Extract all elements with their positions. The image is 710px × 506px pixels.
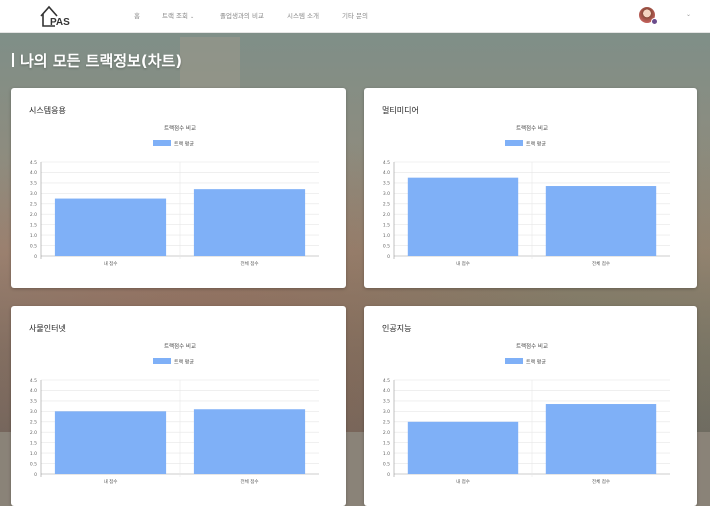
nav-other-inquiry[interactable]: 기타 문의	[342, 0, 368, 32]
user-dropdown-chevron-icon[interactable]: ⌄	[686, 0, 691, 30]
y-tick-label: 3.5	[383, 399, 390, 405]
y-tick-label: 2.5	[383, 202, 390, 208]
track-card-iot: 사물인터넷 트랙점수 비교 트랙 평균 4.5 4.0 3.5 3.0 2.5 2.0 1.5 1…	[11, 306, 346, 506]
track-card-ai: 인공지능 트랙점수 비교 트랙 평균 4.5 4.0 3.5 3.0 2.5 2.0 1.5 1.…	[364, 306, 697, 506]
y-tick-label: 2.5	[383, 420, 390, 426]
bar	[407, 421, 519, 474]
track-card-system-application: 시스템응용 트랙점수 비교 트랙 평균 4.5 4.0 3.5 3.0 2.5 2.0 1.5 1…	[11, 88, 346, 288]
bar	[54, 411, 167, 474]
y-tick-label: 4.5	[30, 160, 37, 166]
y-tick-label: 0	[34, 254, 37, 260]
y-tick-label: 3.0	[30, 191, 37, 197]
x-tick-label: 전체 점수	[241, 478, 259, 485]
legend-label: 트랙 평균	[174, 141, 194, 148]
y-tick-label: 0	[34, 472, 37, 478]
chart-title: 트랙점수 비교	[516, 342, 548, 350]
nav-track-lookup[interactable]: 트랙 조회 ⌄	[162, 0, 194, 32]
y-tick-label: 1.5	[383, 440, 390, 446]
bar	[193, 409, 306, 474]
y-tick-label: 3.0	[383, 191, 390, 197]
logo[interactable]: PAS	[38, 3, 74, 29]
y-tick-label: 4.5	[383, 378, 390, 384]
x-tick-label: 전체 점수	[241, 260, 259, 267]
y-tick-label: 4.0	[30, 170, 37, 176]
legend-label: 트랙 평균	[174, 359, 194, 366]
y-tick-label: 3.0	[30, 409, 37, 415]
x-tick-label: 내 점수	[456, 260, 470, 267]
y-tick-label: 1.0	[30, 451, 37, 457]
logo-text: PAS	[50, 17, 70, 28]
y-tick-label: 3.0	[383, 409, 390, 415]
legend-label: 트랙 평균	[526, 141, 546, 148]
y-tick-label: 1.5	[383, 222, 390, 228]
y-tick-label: 4.5	[383, 160, 390, 166]
x-tick-label: 내 점수	[104, 260, 118, 267]
y-tick-label: 4.5	[30, 378, 37, 384]
chart-title: 트랙점수 비교	[164, 342, 196, 350]
y-tick-label: 2.5	[30, 420, 37, 426]
y-tick-label: 4.0	[383, 388, 390, 394]
x-tick-label: 전체 점수	[592, 260, 610, 267]
bar-chart: 트랙점수 비교트랙 평균 4.5 4.0 3.5 3.0 2.5 2.0 1.5 1.0 0.5 0…	[30, 342, 319, 485]
y-tick-label: 0.5	[383, 461, 390, 467]
bar	[193, 189, 306, 256]
y-tick-label: 0.5	[30, 461, 37, 467]
y-tick-label: 1.5	[30, 222, 37, 228]
y-tick-label: 1.0	[383, 233, 390, 239]
logo-mark-icon: PAS	[40, 5, 70, 28]
bar	[545, 186, 657, 256]
bar-chart: 트랙점수 비교트랙 평균 4.5 4.0 3.5 3.0 2.5 2.0 1.5 1.0 0.5 0…	[30, 124, 319, 267]
x-tick-label: 전체 점수	[592, 478, 610, 485]
bar-chart: 트랙점수 비교트랙 평균 4.5 4.0 3.5 3.0 2.5 2.0 1.5 1.0 0.5 0…	[383, 124, 670, 267]
nav-compare-graduates[interactable]: 졸업생과의 비교	[220, 0, 264, 32]
chart-title: 트랙점수 비교	[164, 124, 196, 132]
y-tick-label: 0	[387, 254, 390, 260]
legend-swatch	[505, 358, 523, 364]
bar	[407, 177, 519, 256]
bar-chart: 트랙점수 비교트랙 평균 4.5 4.0 3.5 3.0 2.5 2.0 1.5 1.0 0.5 0…	[383, 342, 670, 485]
y-tick-label: 3.5	[30, 181, 37, 187]
x-tick-label: 내 점수	[456, 478, 470, 485]
track-card-multimedia: 멀티미디어 트랙점수 비교 트랙 평균 4.5 4.0 3.5 3.0 2.5 2.0 1.5 1…	[364, 88, 697, 288]
bar	[54, 198, 167, 256]
y-tick-label: 1.5	[30, 440, 37, 446]
nav-home[interactable]: 홈	[134, 0, 140, 32]
y-tick-label: 1.0	[383, 451, 390, 457]
legend-label: 트랙 평균	[526, 359, 546, 366]
page-title: 나의 모든 트랙정보(차트)	[12, 50, 182, 71]
y-tick-label: 1.0	[30, 233, 37, 239]
y-tick-label: 2.0	[30, 212, 37, 218]
bar	[545, 404, 657, 474]
y-tick-label: 2.5	[30, 202, 37, 208]
y-tick-label: 2.0	[383, 430, 390, 436]
legend-swatch	[505, 140, 523, 146]
y-tick-label: 4.0	[383, 170, 390, 176]
y-tick-label: 2.0	[383, 212, 390, 218]
top-navbar: PAS 홈 트랙 조회 ⌄ 졸업생과의 비교 시스템 소개 기타 문의 ⌄	[0, 0, 710, 33]
title-accent-bar	[12, 53, 14, 67]
chart-title: 트랙점수 비교	[516, 124, 548, 132]
legend-swatch	[153, 140, 171, 146]
y-tick-label: 0	[387, 472, 390, 478]
chevron-down-icon: ⌄	[190, 14, 195, 20]
y-tick-label: 3.5	[383, 181, 390, 187]
y-tick-label: 3.5	[30, 399, 37, 405]
y-tick-label: 0.5	[383, 243, 390, 249]
y-tick-label: 2.0	[30, 430, 37, 436]
legend-swatch	[153, 358, 171, 364]
y-tick-label: 0.5	[30, 243, 37, 249]
nav-system-intro[interactable]: 시스템 소개	[287, 0, 319, 32]
x-tick-label: 내 점수	[104, 478, 118, 485]
y-tick-label: 4.0	[30, 388, 37, 394]
avatar-status-icon	[651, 18, 658, 25]
